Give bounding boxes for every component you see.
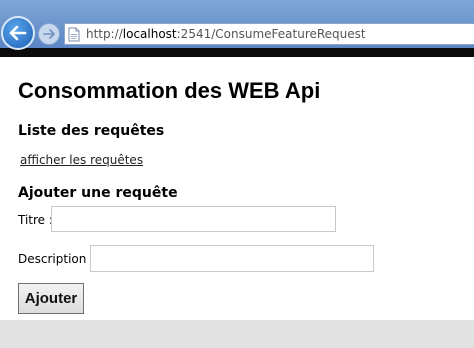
add-heading: Ajouter une requête [18,185,178,201]
description-label: Description : [18,252,95,266]
footer-band [0,320,474,348]
url-host: localhost [122,27,177,41]
url-prefix: http:// [86,27,123,41]
description-input[interactable] [90,245,374,272]
address-bar[interactable]: http://localhost:2541/ConsumeFeatureRequ… [64,23,474,45]
url-text: http://localhost:2541/ConsumeFeatureRequ… [86,27,366,41]
url-path: :2541/ConsumeFeatureRequest [176,27,366,41]
back-button[interactable] [1,16,35,50]
add-button[interactable]: Ajouter [18,283,84,314]
show-requests-link[interactable]: afficher les requêtes [20,152,143,168]
title-input[interactable] [51,206,336,232]
page-icon [68,27,80,42]
browser-toolbar-divider [0,48,474,57]
forward-button[interactable] [38,23,60,45]
title-label: Titre : [18,213,53,227]
list-heading: Liste des requêtes [18,123,165,139]
forward-arrow-icon [43,29,55,39]
back-arrow-icon [9,25,27,41]
page-title: Consommation des WEB Api [18,78,321,103]
